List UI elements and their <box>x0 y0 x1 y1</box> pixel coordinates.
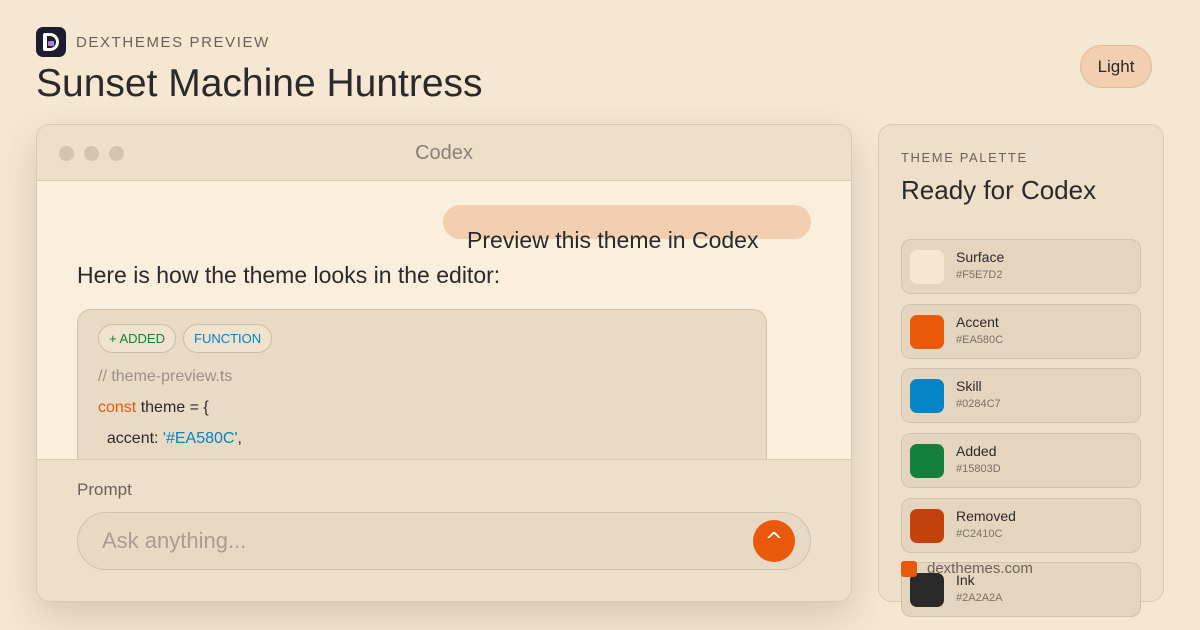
code-string-value: '#EA580C' <box>162 430 238 447</box>
send-button[interactable]: ^ <box>753 520 795 562</box>
brand-row: DEXTHEMES PREVIEW <box>36 27 270 57</box>
footer-site-link[interactable]: dexthemes.com <box>927 560 1033 577</box>
footer-square-icon <box>901 560 917 577</box>
code-declaration: theme = { <box>136 399 209 416</box>
swatch-hex: #0284C7 <box>956 398 1001 410</box>
swatch-name: Surface <box>956 249 1005 265</box>
assistant-message: Here is how the theme looks in the edito… <box>77 262 501 288</box>
swatch-color-added <box>910 444 944 478</box>
page-title: Sunset Machine Huntress <box>36 62 483 105</box>
swatch-name: Accent <box>956 314 999 330</box>
swatch-name: Added <box>956 443 997 459</box>
swatch-card-surface[interactable]: Surface #F5E7D2 <box>901 239 1141 294</box>
code-property-key: accent: <box>98 430 163 447</box>
swatch-color-surface <box>910 250 944 284</box>
swatch-name: Removed <box>956 508 1016 524</box>
swatch-card-skill[interactable]: Skill #0284C7 <box>901 368 1141 423</box>
code-line-accent: accent: '#EA580C', <box>98 430 242 448</box>
added-chip: + ADDED <box>98 324 176 353</box>
theme-palette-panel: THEME PALETTE Ready for Codex Surface #F… <box>878 124 1164 617</box>
swatch-card-accent[interactable]: Accent #EA580C <box>901 304 1141 359</box>
brand-label: DEXTHEMES PREVIEW <box>76 33 270 51</box>
palette-label: THEME PALETTE <box>901 150 1028 165</box>
swatch-hex: #EA580C <box>956 334 1004 346</box>
function-chip: FUNCTION <box>183 324 273 353</box>
user-message-bubble: Preview this theme in Codex <box>443 205 811 253</box>
code-line-const: const theme = { <box>98 399 209 417</box>
swatch-card-added[interactable]: Added #15803D <box>901 433 1141 488</box>
swatch-card-removed[interactable]: Removed #C2410C <box>901 498 1141 553</box>
window-titlebar: Codex <box>37 125 851 181</box>
swatch-hex: #F5E7D2 <box>956 269 1003 281</box>
swatch-color-removed <box>910 509 944 543</box>
swatch-color-ink <box>910 573 944 607</box>
codex-window: Codex Preview this theme in Codex Here i… <box>36 124 852 602</box>
swatch-hex: #15803D <box>956 463 1001 475</box>
swatch-color-accent <box>910 315 944 349</box>
palette-title: Ready for Codex <box>901 175 1097 205</box>
footer: dexthemes.com <box>901 560 1033 577</box>
swatch-hex: #2A2A2A <box>956 592 1003 604</box>
window-title: Codex <box>415 142 473 164</box>
code-comma: , <box>237 430 242 447</box>
code-keyword: const <box>98 399 137 416</box>
prompt-label: Prompt <box>77 480 132 499</box>
dexthemes-logo-icon <box>36 27 66 57</box>
user-message-text: Preview this theme in Codex <box>467 227 759 253</box>
swatch-name: Skill <box>956 378 982 394</box>
swatch-hex: #C2410C <box>956 528 1003 540</box>
prompt-area: Prompt ^ <box>37 459 851 601</box>
light-mode-button[interactable]: Light <box>1080 45 1152 88</box>
swatch-color-skill <box>910 379 944 413</box>
code-comment-line: // theme-preview.ts <box>98 368 233 385</box>
prompt-input[interactable] <box>77 512 811 570</box>
